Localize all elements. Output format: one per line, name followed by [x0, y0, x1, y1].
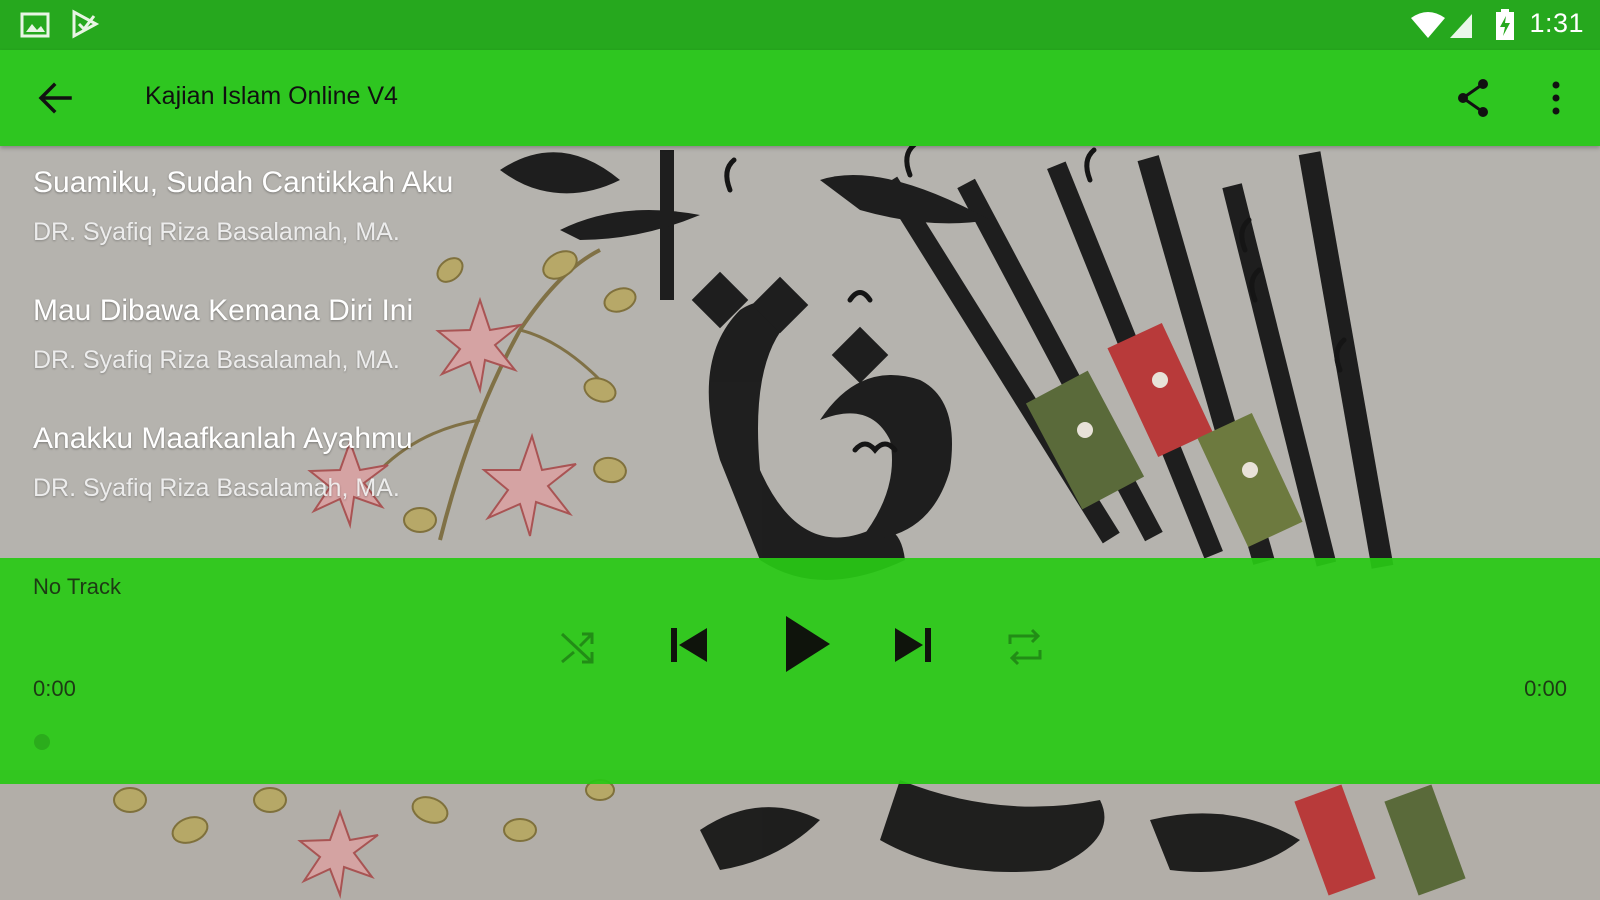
repeat-button[interactable] — [1002, 624, 1048, 670]
share-icon — [1458, 79, 1488, 117]
track-title: Mau Dibawa Kemana Diri Ini — [33, 294, 414, 327]
skip-next-button[interactable] — [888, 620, 938, 670]
status-time: 1:31 — [1529, 8, 1584, 38]
wifi-icon — [1411, 12, 1445, 38]
share-button[interactable] — [1448, 72, 1500, 124]
back-button[interactable] — [30, 74, 80, 124]
arrow-back-icon — [38, 82, 72, 114]
time-total: 0:00 — [1524, 676, 1567, 701]
track-title: Anakku Maafkanlah Ayahmu — [33, 422, 413, 455]
play-button[interactable] — [778, 614, 838, 674]
skip-next-icon — [895, 628, 931, 662]
play-icon — [786, 616, 830, 672]
status-bar: 1:31 — [0, 0, 1600, 50]
track-artist: DR. Syafiq Riza Basalamah, MA. — [33, 474, 400, 502]
list-item[interactable]: Mau Dibawa Kemana Diri Ini DR. Syafiq Ri… — [0, 274, 1600, 402]
play-store-icon — [72, 9, 100, 39]
signal-icon — [1450, 14, 1472, 38]
app-bar: Kajian Islam Online V4 — [0, 50, 1600, 146]
shuffle-icon — [560, 632, 594, 664]
skip-previous-icon — [671, 628, 707, 662]
shuffle-button[interactable] — [556, 626, 600, 670]
list-item[interactable]: Suamiku, Sudah Cantikkah Aku DR. Syafiq … — [0, 146, 1600, 274]
more-options-button[interactable] — [1530, 72, 1582, 124]
now-playing-label: No Track — [33, 574, 122, 599]
track-artist: DR. Syafiq Riza Basalamah, MA. — [33, 346, 400, 374]
image-icon — [20, 12, 50, 38]
playlist: Suamiku, Sudah Cantikkah Aku DR. Syafiq … — [0, 146, 1600, 530]
battery-charging-icon — [1496, 9, 1514, 40]
track-title: Suamiku, Sudah Cantikkah Aku — [33, 166, 454, 199]
list-item[interactable]: Anakku Maafkanlah Ayahmu DR. Syafiq Riza… — [0, 402, 1600, 530]
seek-bar-thumb[interactable] — [34, 734, 50, 750]
time-elapsed: 0:00 — [33, 676, 76, 701]
track-artist: DR. Syafiq Riza Basalamah, MA. — [33, 218, 400, 246]
repeat-icon — [1008, 628, 1042, 666]
player-panel: No Track 0:00 0:00 — [0, 558, 1600, 784]
app-title: Kajian Islam Online V4 — [145, 82, 398, 110]
more-vert-icon — [1552, 81, 1560, 115]
skip-previous-button[interactable] — [664, 620, 714, 670]
